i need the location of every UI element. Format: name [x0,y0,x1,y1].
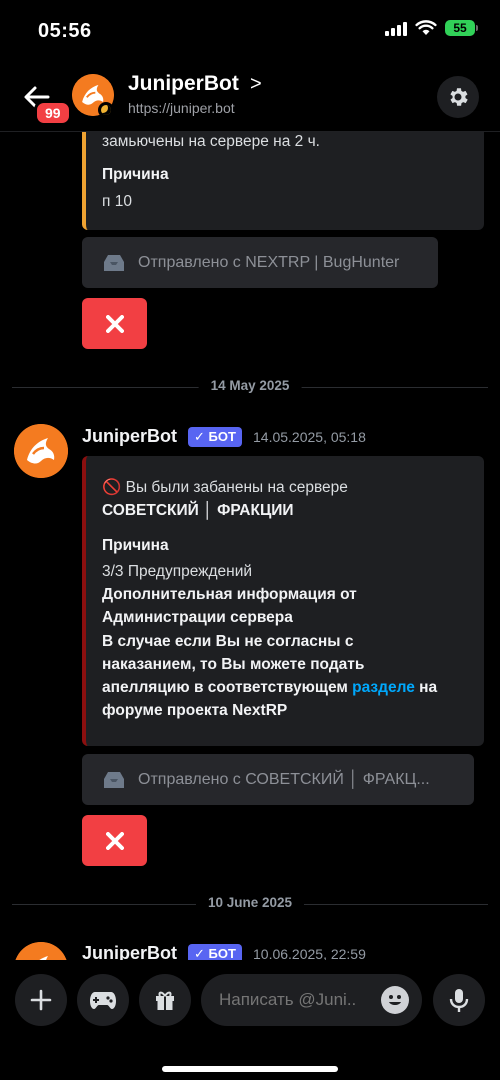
mute-embed: замьючены на сервере на 2 ч. Причина п 1… [82,132,484,230]
gamepad-icon [90,992,116,1009]
activities-button[interactable] [77,974,129,1026]
channel-header: 99 JuniperBot > https://juniper.bot [0,60,500,132]
date-divider-label: 10 June 2025 [195,895,305,910]
gift-icon [156,991,174,1010]
add-attachment-button[interactable] [15,974,67,1026]
idle-status-icon [98,102,114,118]
embed-appeal-text: наказанием, то Вы можете подать [102,656,365,673]
battery-icon: 55 [445,20,478,36]
embed-appeal-text: В случае если Вы не согласны с [102,633,354,650]
settings-button[interactable] [437,76,479,118]
date-divider: 14 May 2025 [12,378,488,393]
embed-appeal-text: апелляцию в соответствующем разделе на [102,679,438,696]
fox-logo-icon [15,942,67,960]
embed-footer[interactable]: Отправлено с NEXTRP | BugHunter [82,237,438,288]
microphone-icon [449,989,469,1012]
battery-level: 55 [445,20,475,36]
embed-server-name: СОВЕТСКИЙ │ ФРАКЦИИ [102,502,294,519]
message-author[interactable]: JuniperBot [82,943,177,960]
embed-appeal-text: форуме проекта NextRP [102,702,288,719]
avatar[interactable] [14,942,68,960]
channel-title[interactable]: JuniperBot [128,72,239,96]
chevron-right-icon[interactable]: > [250,73,262,96]
embed-title-text: 🚫 Вы были забанены на сервере [102,479,348,496]
close-icon [105,831,124,850]
close-icon [105,314,124,333]
smiley-icon [389,995,401,1005]
appeal-link[interactable]: разделе [352,679,415,696]
channel-subtitle: https://juniper.bot [128,100,235,116]
embed-field-name: Дополнительная информация от [102,586,357,603]
dismiss-button[interactable] [82,815,147,866]
embed-field-name: Причина [102,537,169,554]
plus-icon [30,989,52,1011]
gift-button[interactable] [139,974,191,1026]
message-timestamp: 10.06.2025, 22:59 [253,946,366,960]
embed-field-name: Администрации сервера [102,609,293,626]
message-timestamp: 14.05.2025, 05:18 [253,429,366,445]
voice-message-button[interactable] [433,974,485,1026]
status-bar: 05:56 55 [0,0,500,60]
fox-logo-icon [14,424,68,478]
avatar[interactable] [14,424,68,478]
composer-bar [0,960,500,1080]
message-list[interactable]: замьючены на сервере на 2 ч. Причина п 1… [0,132,500,960]
status-time: 05:56 [38,20,92,42]
ban-embed: 🚫 Вы были забанены на сервере СОВЕТСКИЙ … [82,456,484,746]
embed-field-name: Причина [102,166,169,183]
unread-badge: 99 [34,100,72,126]
inbox-tray-icon [104,254,124,271]
emoji-button[interactable] [381,986,409,1014]
inbox-tray-icon [104,771,124,788]
home-indicator [162,1066,338,1072]
embed-text: замьючены на сервере на 2 ч. [102,133,320,150]
bot-badge: ✓ БОТ [188,427,242,447]
embed-field-value: 3/3 Предупреждений [102,563,253,580]
embed-footer-text: Отправлено с NEXTRP | BugHunter [138,253,400,271]
date-divider-label: 14 May 2025 [198,378,302,393]
embed-footer-text: Отправлено с СОВЕТСКИЙ │ ФРАКЦ... [138,770,430,788]
dismiss-button[interactable] [82,298,147,349]
message-author[interactable]: JuniperBot [82,426,177,447]
wifi-icon [415,20,437,35]
date-divider: 10 June 2025 [12,895,488,910]
gear-icon [450,88,468,106]
cellular-signal-icon [385,20,407,36]
embed-field-value: п 10 [102,193,132,210]
bot-badge: ✓ БОТ [188,944,242,960]
embed-footer[interactable]: Отправлено с СОВЕТСКИЙ │ ФРАКЦ... [82,754,474,805]
